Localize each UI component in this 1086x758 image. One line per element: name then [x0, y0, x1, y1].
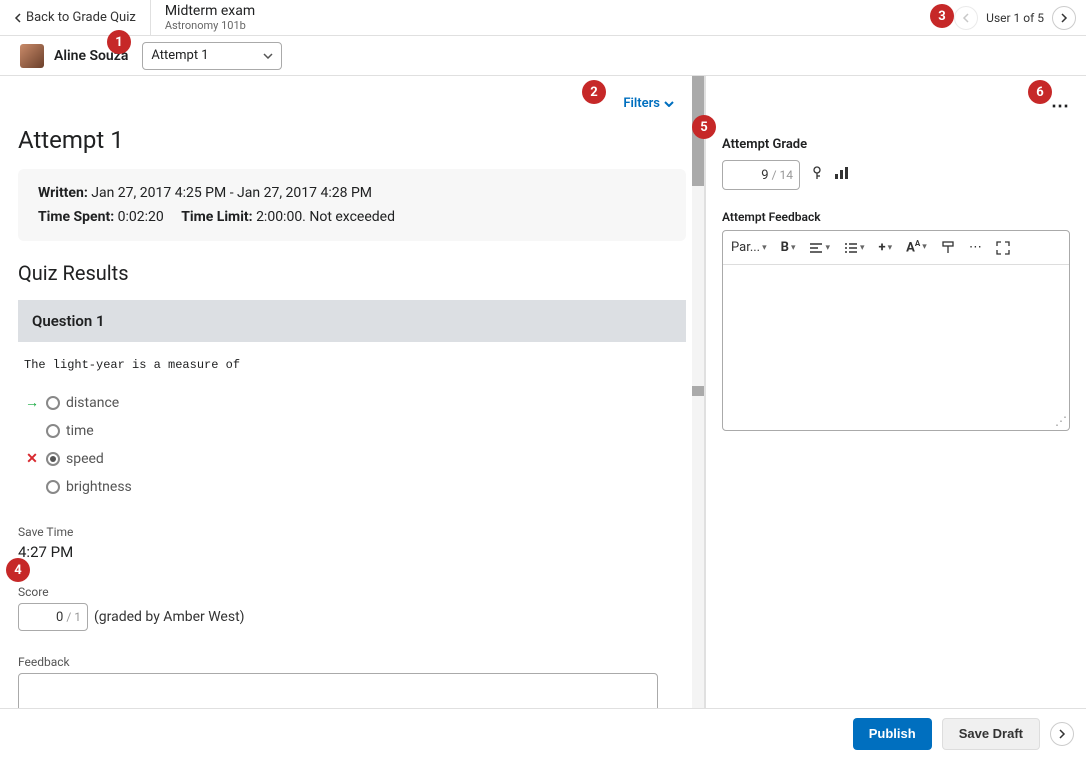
expand-icon	[996, 241, 1010, 255]
editor-toolbar: Par...▾ B▾ ▾ ▾ +▾ AA▾ ⋯	[723, 231, 1069, 265]
attempt-select-value: Attempt 1	[151, 48, 208, 63]
publish-button[interactable]: Publish	[853, 718, 932, 750]
score-label: Score	[18, 585, 686, 599]
callout-4: 4	[6, 558, 30, 582]
font-style-button[interactable]: AA▾	[906, 239, 927, 255]
question-feedback-textarea[interactable]	[18, 673, 658, 708]
callout-2: 2	[582, 80, 606, 104]
bar-chart-icon[interactable]	[834, 166, 850, 184]
resize-handle-icon[interactable]: ⋰	[1055, 414, 1067, 428]
option-label: time	[66, 423, 94, 439]
align-button[interactable]: ▾	[809, 242, 830, 254]
left-panel: Filters Attempt 1 Written: Jan 27, 2017 …	[0, 76, 704, 708]
results-title: Quiz Results	[18, 261, 686, 285]
list-button[interactable]: ▾	[844, 242, 865, 254]
attempt-title: Attempt 1	[18, 126, 686, 154]
written-value: Jan 27, 2017 4:25 PM - Jan 27, 2017 4:28…	[91, 185, 372, 201]
option-row: ✕ speed	[18, 445, 686, 473]
callout-5: 5	[692, 115, 716, 139]
time-spent-value: 0:02:20	[118, 209, 164, 225]
scrollbar-track[interactable]	[692, 76, 704, 708]
back-label: Back to Grade Quiz	[26, 10, 136, 25]
key-icon[interactable]	[810, 166, 824, 184]
format-paint-button[interactable]	[941, 241, 955, 255]
attempt-grade-label: Attempt Grade	[722, 137, 1070, 152]
radio-icon	[46, 396, 60, 410]
x-icon: ✕	[24, 451, 40, 467]
info-card: Written: Jan 27, 2017 4:25 PM - Jan 27, …	[18, 169, 686, 241]
page-title: Midterm exam	[165, 3, 255, 19]
question-text: The light-year is a measure of	[24, 358, 680, 372]
chevron-left-icon	[962, 13, 970, 23]
scrollbar-thumb[interactable]	[692, 386, 704, 396]
back-to-grade-quiz[interactable]: Back to Grade Quiz	[0, 0, 151, 35]
chevron-right-icon	[1058, 729, 1066, 739]
callout-1: 1	[107, 30, 131, 54]
header-title-block: Midterm exam Astronomy 101b	[151, 3, 255, 32]
option-row: time	[18, 417, 686, 445]
chevron-down-icon	[263, 53, 273, 59]
next-button[interactable]	[1050, 722, 1074, 746]
align-icon	[809, 242, 823, 254]
header-right: User 1 of 5	[954, 0, 1076, 36]
graded-by: (graded by Amber West)	[94, 609, 245, 625]
time-spent-label: Time Spent:	[38, 209, 114, 225]
option-row: → distance	[18, 388, 686, 417]
avatar	[20, 44, 44, 68]
option-row: brightness	[18, 473, 686, 501]
attempt-feedback-label: Attempt Feedback	[722, 210, 1070, 224]
feedback-editor: Par...▾ B▾ ▾ ▾ +▾ AA▾ ⋯ ⋰	[722, 230, 1070, 431]
user-count: User 1 of 5	[986, 11, 1044, 25]
written-label: Written:	[38, 185, 88, 201]
subheader: Aline Souza Attempt 1	[0, 36, 1086, 76]
time-limit-label: Time Limit:	[181, 209, 252, 225]
editor-body[interactable]: ⋰	[723, 265, 1069, 430]
chevron-right-icon	[1060, 13, 1068, 23]
question-feedback-label: Feedback	[18, 655, 686, 669]
grade-got: 9	[761, 168, 768, 183]
save-draft-button[interactable]: Save Draft	[942, 718, 1040, 750]
insert-button[interactable]: +▾	[879, 240, 893, 255]
callout-6: 6	[1028, 80, 1052, 104]
body: Filters Attempt 1 Written: Jan 27, 2017 …	[0, 76, 1086, 708]
option-label: distance	[66, 395, 119, 411]
paragraph-select[interactable]: Par...▾	[731, 240, 767, 255]
option-label: speed	[66, 451, 104, 467]
next-user-button[interactable]	[1052, 6, 1076, 30]
filters-button[interactable]: Filters	[10, 96, 674, 111]
attempt-grade-input[interactable]: 9 / 14	[722, 160, 800, 190]
bold-button[interactable]: B▾	[781, 240, 796, 255]
list-icon	[844, 242, 858, 254]
score-of: / 1	[66, 610, 81, 624]
score-row: 0 / 1 (graded by Amber West)	[18, 603, 686, 631]
footer: Publish Save Draft	[0, 708, 1086, 758]
format-paint-icon	[941, 241, 955, 255]
more-actions-button[interactable]: ⋯	[1051, 96, 1070, 117]
right-panel: ⋯ Attempt Grade 9 / 14 Attempt Feedback …	[706, 76, 1086, 708]
arrow-right-icon: →	[24, 394, 40, 411]
chevron-left-icon	[14, 13, 22, 23]
option-label: brightness	[66, 479, 132, 495]
score-got: 0	[56, 610, 63, 625]
fullscreen-button[interactable]	[996, 241, 1010, 255]
radio-icon	[46, 480, 60, 494]
callout-3: 3	[930, 4, 954, 28]
page-subtitle: Astronomy 101b	[165, 19, 255, 32]
score-input[interactable]: 0 / 1	[18, 603, 88, 631]
radio-selected-icon	[46, 452, 60, 466]
radio-icon	[46, 424, 60, 438]
save-time-value: 4:27 PM	[18, 543, 686, 561]
prev-user-button[interactable]	[954, 6, 978, 30]
attempt-select[interactable]: Attempt 1	[142, 42, 282, 70]
top-header: Back to Grade Quiz Midterm exam Astronom…	[0, 0, 1086, 36]
time-limit-value: 2:00:00. Not exceeded	[256, 209, 395, 225]
chevron-down-icon	[664, 101, 674, 107]
grade-row: 9 / 14	[722, 160, 1070, 190]
grade-of: / 14	[772, 168, 793, 182]
more-toolbar-button[interactable]: ⋯	[969, 240, 982, 255]
filters-label: Filters	[623, 96, 660, 111]
question-header: Question 1	[18, 300, 686, 342]
save-time-label: Save Time	[18, 525, 686, 539]
